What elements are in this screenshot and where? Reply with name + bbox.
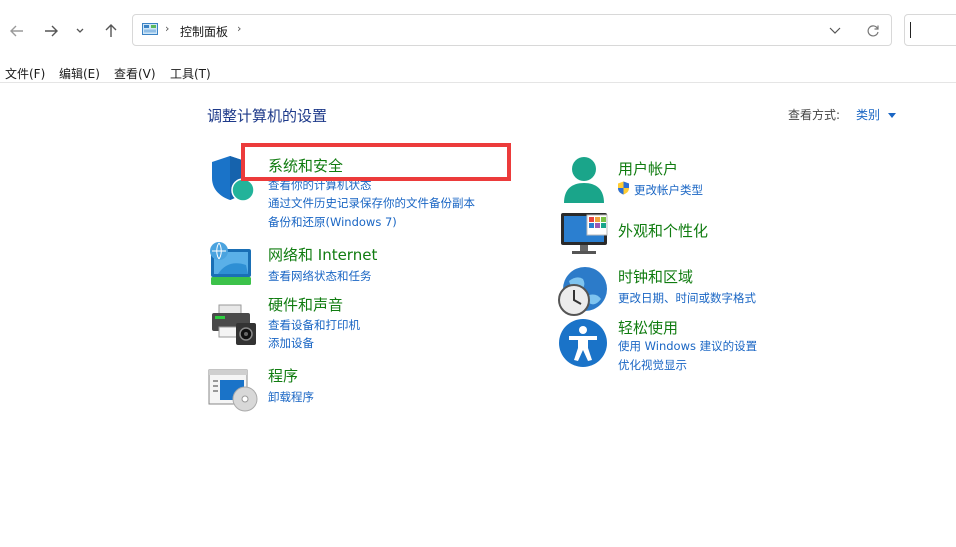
recent-locations-button[interactable] bbox=[72, 20, 88, 42]
arrow-right-icon bbox=[45, 25, 58, 37]
link-change-date-time-format[interactable]: 更改日期、时间或数字格式 bbox=[618, 290, 756, 306]
network-icon[interactable] bbox=[208, 241, 256, 289]
address-dropdown-icon[interactable] bbox=[829, 27, 841, 35]
category-system-security-label[interactable]: 系统和安全 bbox=[268, 155, 343, 176]
menu-bar: 文件(F) 编辑(E) 查看(V) 工具(T) bbox=[0, 62, 956, 83]
chevron-down-icon bbox=[76, 28, 84, 33]
category-appearance-personalization[interactable]: 外观和个性化 bbox=[618, 220, 708, 241]
printer-icon[interactable] bbox=[210, 303, 258, 347]
category-ease-of-access[interactable]: 轻松使用 bbox=[618, 317, 678, 338]
breadcrumb-chevron-icon[interactable]: › bbox=[237, 22, 241, 35]
breadcrumb-control-panel[interactable]: 控制面板 bbox=[180, 23, 228, 40]
view-by-value: 类别 bbox=[856, 108, 881, 122]
view-by-label: 查看方式: bbox=[788, 108, 841, 122]
category-hardware-sound[interactable]: 硬件和声音 bbox=[268, 294, 343, 315]
link-devices-printers[interactable]: 查看设备和打印机 bbox=[268, 317, 360, 333]
menu-edit[interactable]: 编辑(E) bbox=[59, 65, 100, 82]
link-add-device[interactable]: 添加设备 bbox=[268, 335, 314, 351]
link-backup-restore[interactable]: 备份和还原(Windows 7) bbox=[268, 214, 397, 230]
page-title: 调整计算机的设置 bbox=[207, 107, 328, 125]
back-button[interactable] bbox=[6, 20, 28, 42]
menu-file[interactable]: 文件(F) bbox=[5, 65, 45, 82]
monitor-icon[interactable] bbox=[560, 212, 610, 256]
control-panel-icon bbox=[142, 23, 158, 35]
up-button[interactable] bbox=[100, 20, 122, 42]
category-user-accounts[interactable]: 用户帐户 bbox=[618, 158, 678, 179]
link-uninstall-program[interactable]: 卸载程序 bbox=[268, 389, 314, 405]
address-bar[interactable]: › 控制面板 › bbox=[132, 14, 892, 46]
category-network-internet[interactable]: 网络和 Internet bbox=[268, 244, 377, 265]
link-optimize-visual-display[interactable]: 优化视觉显示 bbox=[618, 357, 687, 373]
search-input[interactable] bbox=[904, 14, 956, 46]
text-cursor bbox=[910, 22, 911, 38]
arrow-up-icon bbox=[105, 24, 117, 37]
category-clock-region[interactable]: 时钟和区域 bbox=[618, 266, 693, 287]
link-file-history[interactable]: 通过文件历史记录保存你的文件备份副本 bbox=[268, 195, 475, 211]
accessibility-icon[interactable] bbox=[558, 318, 608, 368]
menu-tools[interactable]: 工具(T) bbox=[170, 65, 211, 82]
uac-shield-icon bbox=[618, 181, 629, 195]
caret-down-icon bbox=[887, 112, 896, 118]
programs-icon[interactable] bbox=[208, 368, 258, 412]
refresh-icon[interactable] bbox=[866, 24, 880, 38]
view-by-dropdown[interactable]: 类别 bbox=[856, 106, 896, 123]
breadcrumb-separator-icon: › bbox=[165, 22, 170, 35]
menu-view[interactable]: 查看(V) bbox=[114, 65, 156, 82]
link-network-status[interactable]: 查看网络状态和任务 bbox=[268, 268, 372, 284]
category-programs[interactable]: 程序 bbox=[268, 365, 298, 386]
forward-button[interactable] bbox=[40, 20, 62, 42]
link-windows-suggested-settings[interactable]: 使用 Windows 建议的设置 bbox=[618, 338, 757, 354]
clock-globe-icon[interactable] bbox=[557, 265, 609, 317]
arrow-left-icon bbox=[10, 25, 23, 37]
user-icon[interactable] bbox=[560, 155, 608, 205]
link-change-account-type[interactable]: 更改帐户类型 bbox=[634, 182, 703, 198]
